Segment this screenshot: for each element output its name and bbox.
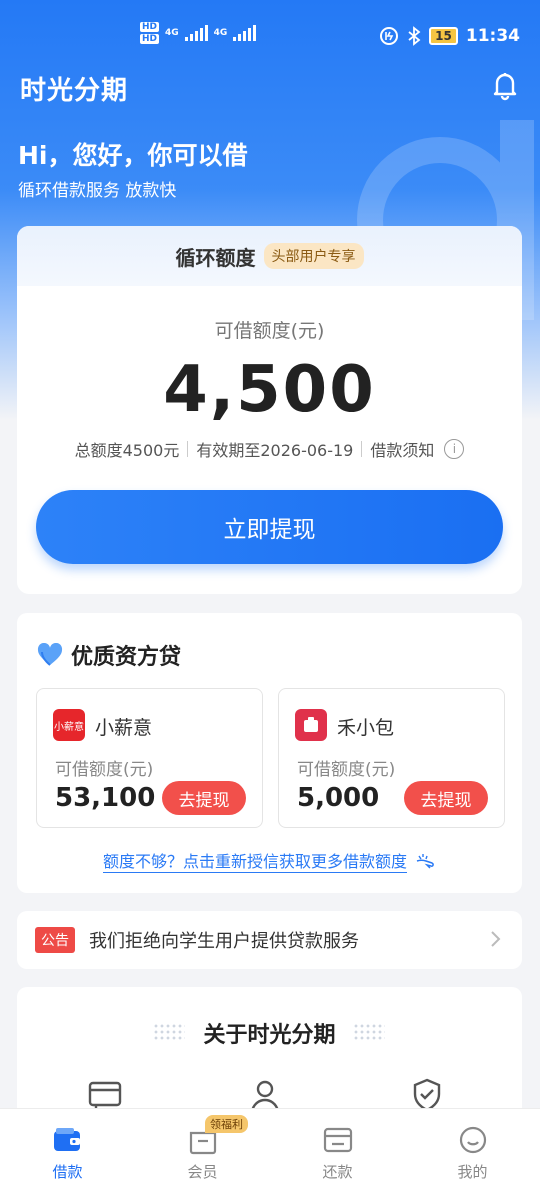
partner-name: 小薪意 (95, 717, 153, 739)
withdraw-now-button[interactable]: 立即提现 (36, 490, 503, 564)
dots-decoration (353, 1023, 385, 1041)
nav-tab-borrow[interactable]: 借款 (0, 1109, 135, 1188)
available-credit-amount: 4,500 (163, 353, 376, 427)
welfare-badge: 领福利 (205, 1115, 248, 1133)
credit-meta-row: 总额度4500元 有效期至2026-06-19 借款须知 i (17, 437, 522, 461)
announcement-tag: 公告 (35, 927, 75, 953)
credit-card-header: 循环额度 头部用户专享 (17, 226, 522, 286)
greeting-text: Hi，您好，你可以借 (18, 141, 248, 170)
partner-loan-card[interactable]: 小薪意 小薪意 可借额度(元) 53,100 去提现 (36, 688, 263, 828)
battery-icon: 15 (429, 27, 458, 45)
wallet-icon (53, 1128, 80, 1151)
signal-icon (184, 25, 208, 41)
nav-label: 会员 (187, 1163, 218, 1181)
hexiaobao-logo-icon (295, 709, 327, 741)
vip-badge: 头部用户专享 (263, 243, 364, 269)
data-saver-icon (380, 27, 399, 45)
clock: 11:34 (465, 26, 520, 46)
about-title: 关于时光分期 (203, 1023, 336, 1048)
network-type: 4G (165, 28, 179, 38)
tap-hand-icon (416, 854, 434, 869)
divider (187, 441, 189, 457)
app-title: 时光分期 (20, 76, 129, 106)
bell-icon[interactable] (488, 68, 522, 102)
partner-credit-amount: 5,000 (297, 783, 380, 813)
hd-badge: HD (140, 22, 160, 32)
network-type: 4G (213, 28, 228, 38)
bottom-navigation: 借款 领福利 会员 还款 我的 (0, 1108, 540, 1188)
bluetooth-icon (408, 26, 421, 46)
divider (361, 441, 363, 457)
heart-icon (37, 643, 63, 666)
xiaoxinyi-logo-icon: 小薪意 (53, 709, 85, 741)
partner-withdraw-button[interactable]: 去提现 (162, 781, 246, 815)
available-credit-label: 可借额度(元) (214, 320, 325, 342)
nav-tab-mine[interactable]: 我的 (405, 1109, 540, 1188)
loan-notice-link[interactable]: 借款须知 (370, 437, 434, 461)
credit-card: 循环额度 头部用户专享 可借额度(元) 4,500 总额度4500元 有效期至2… (17, 226, 522, 594)
info-icon[interactable]: i (444, 439, 465, 459)
nav-label: 还款 (322, 1163, 353, 1181)
partner-credit-label: 可借额度(元) (297, 760, 396, 780)
partner-name: 禾小包 (337, 717, 395, 739)
announcement-text: 我们拒绝向学生用户提供贷款服务 (89, 931, 359, 952)
partner-credit-label: 可借额度(元) (55, 760, 154, 780)
hd-badge: HD (140, 34, 160, 44)
nav-label: 我的 (457, 1163, 488, 1181)
status-bar: HD HD 4G 4G 15 11:34 (0, 0, 540, 76)
about-section: 关于时光分期 (17, 987, 522, 1127)
announcement-bar[interactable]: 公告 我们拒绝向学生用户提供贷款服务 (17, 911, 522, 969)
credit-title: 循环额度 (175, 245, 256, 270)
greeting-subtitle: 循环借款服务 放款快 (18, 181, 177, 201)
partner-loans-section: 优质资方贷 小薪意 小薪意 可借额度(元) 53,100 去提现 禾小包 可借额… (17, 613, 522, 893)
partner-withdraw-button[interactable]: 去提现 (404, 781, 488, 815)
nav-tab-repay[interactable]: 还款 (270, 1109, 405, 1188)
repay-card-icon (323, 1127, 352, 1153)
partner-loan-card[interactable]: 禾小包 可借额度(元) 5,000 去提现 (278, 688, 505, 828)
chevron-right-icon (491, 931, 501, 947)
partner-title-text: 优质资方贷 (71, 645, 182, 670)
profile-face-icon (459, 1126, 486, 1154)
total-credit: 总额度4500元 (74, 441, 180, 460)
nav-tab-member[interactable]: 领福利 会员 (135, 1109, 270, 1188)
reauthorize-link-text[interactable]: 额度不够？点击重新授信获取更多借款额度 (102, 852, 407, 873)
partner-section-title: 优质资方贷 (37, 639, 181, 671)
signal-group: HD HD 4G 4G (140, 22, 257, 44)
reauthorize-link[interactable]: 额度不够？点击重新授信获取更多借款额度 (17, 848, 522, 873)
partner-credit-amount: 53,100 (55, 783, 156, 813)
valid-until: 有效期至2026-06-19 (196, 441, 354, 460)
nav-label: 借款 (52, 1163, 83, 1181)
signal-icon (233, 25, 257, 41)
